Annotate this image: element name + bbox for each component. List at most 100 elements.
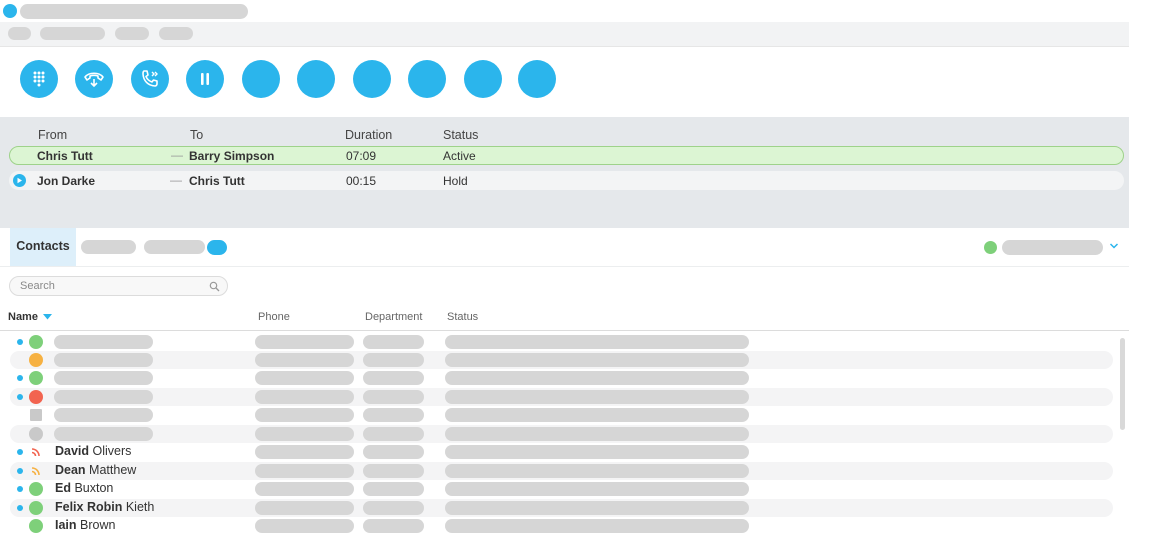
dialpad-button[interactable] xyxy=(20,60,58,98)
toolbar-button-5[interactable] xyxy=(242,60,280,98)
contact-row[interactable]: Ed Buxton xyxy=(10,480,1113,498)
call-from: Chris Tutt xyxy=(37,149,93,163)
column-header-status[interactable]: Status xyxy=(447,311,478,323)
calls-header-from: From xyxy=(38,128,68,142)
presence-available-icon xyxy=(29,371,43,385)
unread-dot xyxy=(17,339,23,345)
unread-dot xyxy=(17,375,23,381)
call-toolbar xyxy=(0,47,1129,117)
presence-unknown-icon xyxy=(29,427,43,441)
feed-away-icon xyxy=(31,467,40,476)
column-header-name-label: Name xyxy=(8,311,38,323)
contact-row[interactable]: Iain Brown xyxy=(10,517,1113,535)
contact-status xyxy=(445,482,749,496)
call-row-active[interactable]: Chris Tutt — Barry Simpson 07:09 Active xyxy=(9,146,1124,165)
calls-panel: From To Duration Status Chris Tutt — Bar… xyxy=(0,117,1129,228)
toolbar-button-7[interactable] xyxy=(353,60,391,98)
presence-offline-icon xyxy=(30,409,42,421)
toolbar-button-9[interactable] xyxy=(464,60,502,98)
transfer-button[interactable] xyxy=(131,60,169,98)
presence-available-icon xyxy=(29,335,43,349)
window-title xyxy=(20,4,248,19)
search-input[interactable] xyxy=(20,279,200,293)
menu-bar xyxy=(0,22,1129,47)
contacts-scrollbar[interactable] xyxy=(1120,338,1125,430)
tab-contacts[interactable]: Contacts xyxy=(10,228,76,266)
tab-2[interactable] xyxy=(81,240,136,254)
contact-department xyxy=(363,390,424,404)
presence-selector[interactable] xyxy=(1002,240,1103,255)
header-divider xyxy=(0,330,1129,331)
pause-icon xyxy=(201,73,209,85)
contact-name xyxy=(54,335,153,349)
contact-department xyxy=(363,445,424,459)
contact-department xyxy=(363,371,424,385)
contact-row[interactable] xyxy=(10,425,1113,443)
contact-status xyxy=(445,371,749,385)
contact-department xyxy=(363,353,424,367)
contact-phone xyxy=(255,335,354,349)
toolbar-button-6[interactable] xyxy=(297,60,335,98)
unread-dot xyxy=(17,505,23,511)
toolbar-button-8[interactable] xyxy=(408,60,446,98)
contact-name: David Olivers xyxy=(55,444,132,458)
contact-status xyxy=(445,390,749,404)
tab-badge xyxy=(207,240,227,255)
contact-status xyxy=(445,353,749,367)
call-status: Hold xyxy=(443,174,468,188)
hold-button[interactable] xyxy=(186,60,224,98)
hangup-button[interactable] xyxy=(75,60,113,98)
contact-row[interactable]: Felix Robin Kieth xyxy=(10,499,1113,517)
resume-icon[interactable] xyxy=(13,174,26,187)
contact-row[interactable] xyxy=(10,333,1113,351)
search-box xyxy=(9,276,228,296)
contact-phone xyxy=(255,501,354,515)
presence-available-icon xyxy=(29,519,43,533)
sort-desc-icon xyxy=(43,314,53,320)
title-bar xyxy=(0,0,1129,22)
menu-item-4[interactable] xyxy=(159,27,193,40)
chevron-down-icon[interactable] xyxy=(1109,241,1119,251)
menu-item-3[interactable] xyxy=(115,27,149,40)
call-separator: — xyxy=(170,173,182,187)
contact-department xyxy=(363,464,424,478)
contact-row[interactable] xyxy=(10,369,1113,387)
column-header-department[interactable]: Department xyxy=(365,311,422,323)
contact-row[interactable] xyxy=(10,406,1113,424)
contact-status xyxy=(445,427,749,441)
menu-item-2[interactable] xyxy=(40,27,105,40)
contact-name: Ed Buxton xyxy=(55,481,114,495)
contact-row[interactable] xyxy=(10,388,1113,406)
call-status: Active xyxy=(443,149,476,163)
contact-row[interactable]: David Olivers xyxy=(10,443,1113,461)
unread-dot xyxy=(17,394,23,400)
contact-status xyxy=(445,408,749,422)
tab-3[interactable] xyxy=(144,240,205,254)
contact-phone xyxy=(255,519,354,533)
column-header-phone[interactable]: Phone xyxy=(258,311,290,323)
contact-row[interactable]: Dean Matthew xyxy=(10,462,1113,480)
column-header-name[interactable]: Name xyxy=(8,311,53,323)
contact-status xyxy=(445,335,749,349)
contact-name xyxy=(54,371,153,385)
call-from: Jon Darke xyxy=(37,174,96,188)
contact-department xyxy=(363,335,424,349)
unread-dot xyxy=(17,449,23,455)
toolbar-button-10[interactable] xyxy=(518,60,556,98)
contact-department xyxy=(363,482,424,496)
call-row-hold[interactable]: Jon Darke — Chris Tutt 00:15 Hold xyxy=(9,171,1124,190)
contact-phone xyxy=(255,482,354,496)
contact-department xyxy=(363,408,424,422)
presence-away-icon xyxy=(29,353,43,367)
contact-department xyxy=(363,501,424,515)
presence-available-icon xyxy=(29,482,43,496)
contact-name xyxy=(54,353,153,367)
presence-busy-icon xyxy=(29,390,43,404)
contact-status xyxy=(445,501,749,515)
contact-status xyxy=(445,519,749,533)
contact-phone xyxy=(255,390,354,404)
menu-item-1[interactable] xyxy=(8,27,31,40)
search-icon[interactable] xyxy=(209,281,220,292)
call-to: Barry Simpson xyxy=(189,149,275,163)
contact-row[interactable] xyxy=(10,351,1113,369)
